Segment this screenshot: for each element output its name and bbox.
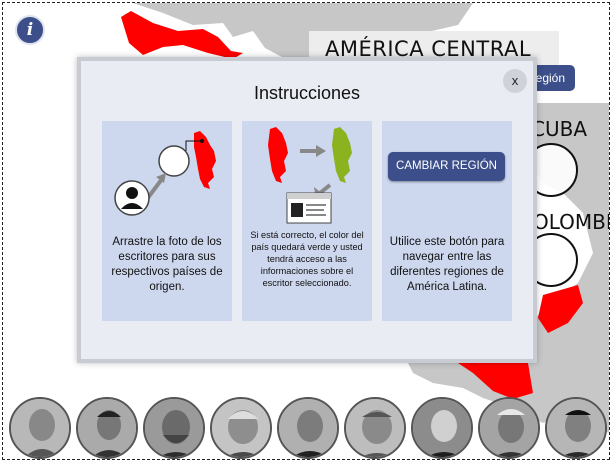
writer-portrait-4[interactable] xyxy=(210,397,272,459)
instructions-modal: Instrucciones x Arrastre la foto de los … xyxy=(77,57,537,363)
info-button[interactable]: i xyxy=(15,15,45,45)
instruction-text-correct: Si está correcto, el color del país qued… xyxy=(250,230,364,288)
writer-portrait-9[interactable] xyxy=(545,397,607,459)
game-canvas: AMÉRICA CENTRAL Región CUBA COLOMBIA i I… xyxy=(2,2,610,460)
instruction-text-drag: Arrastre la foto de los escritores para … xyxy=(111,236,223,293)
writer-portrait-8[interactable] xyxy=(478,397,540,459)
drag-illustration-icon xyxy=(114,131,216,216)
instruction-text-region: Utilice este botón para navegar entre la… xyxy=(389,236,505,293)
writer-portrait-1[interactable] xyxy=(9,397,71,459)
writer-portrait-5[interactable] xyxy=(277,397,339,459)
modal-title: Instrucciones xyxy=(253,83,361,103)
writer-portrait-6[interactable] xyxy=(344,397,406,459)
correct-illustration-icon xyxy=(268,127,352,224)
writer-portrait-3[interactable] xyxy=(143,397,205,459)
instruction-card-region: CAMBIAR REGIÓN Utilice este botón para n… xyxy=(382,121,512,321)
writer-portrait-7[interactable] xyxy=(411,397,473,459)
instruction-card-correct: Si está correcto, el color del país qued… xyxy=(242,121,372,321)
country-label-cuba: CUBA xyxy=(531,117,588,141)
instruction-card-drag: Arrastre la foto de los escritores para … xyxy=(102,121,232,321)
writer-portraits-strip xyxy=(9,397,609,459)
writer-portrait-2[interactable] xyxy=(76,397,138,459)
change-region-button[interactable]: CAMBIAR REGIÓN xyxy=(388,152,505,181)
close-button[interactable]: x xyxy=(503,69,527,93)
